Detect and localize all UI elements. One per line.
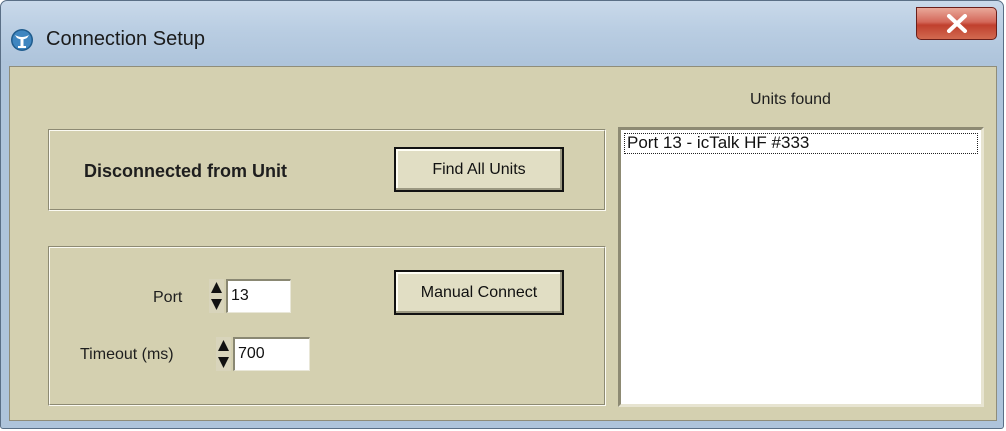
units-found-list[interactable]: Port 13 - icTalk HF #333 [618, 127, 984, 407]
timeout-increment-button[interactable] [216, 337, 231, 354]
close-button[interactable] [916, 7, 997, 40]
port-spinner[interactable] [209, 279, 224, 313]
dialog-client-area: Disconnected from Unit Find All Units Po… [9, 66, 997, 421]
timeout-label: Timeout (ms) [80, 346, 174, 363]
manual-connect-button[interactable]: Manual Connect [394, 270, 564, 315]
port-label: Port [153, 289, 183, 306]
port-increment-button[interactable] [209, 279, 224, 296]
connection-status-label: Disconnected from Unit [84, 161, 288, 181]
list-item[interactable]: Port 13 - icTalk HF #333 [624, 133, 978, 154]
units-found-label: Units found [750, 91, 831, 108]
timeout-spinner[interactable] [216, 337, 231, 371]
connection-setup-window: Connection Setup Disconnected from Unit … [0, 0, 1004, 429]
spin-down-icon [211, 299, 222, 310]
timeout-input[interactable]: 700 [233, 337, 310, 371]
title-bar[interactable]: Connection Setup [1, 1, 1003, 65]
port-decrement-button[interactable] [209, 296, 224, 313]
spin-up-icon [218, 340, 229, 351]
find-all-units-button[interactable]: Find All Units [394, 147, 564, 192]
port-input[interactable]: 13 [226, 279, 291, 313]
timeout-decrement-button[interactable] [216, 354, 231, 371]
close-icon [947, 14, 967, 33]
window-title: Connection Setup [46, 28, 206, 50]
antenna-app-icon [10, 28, 34, 52]
spin-up-icon [211, 282, 222, 293]
spin-down-icon [218, 357, 229, 368]
